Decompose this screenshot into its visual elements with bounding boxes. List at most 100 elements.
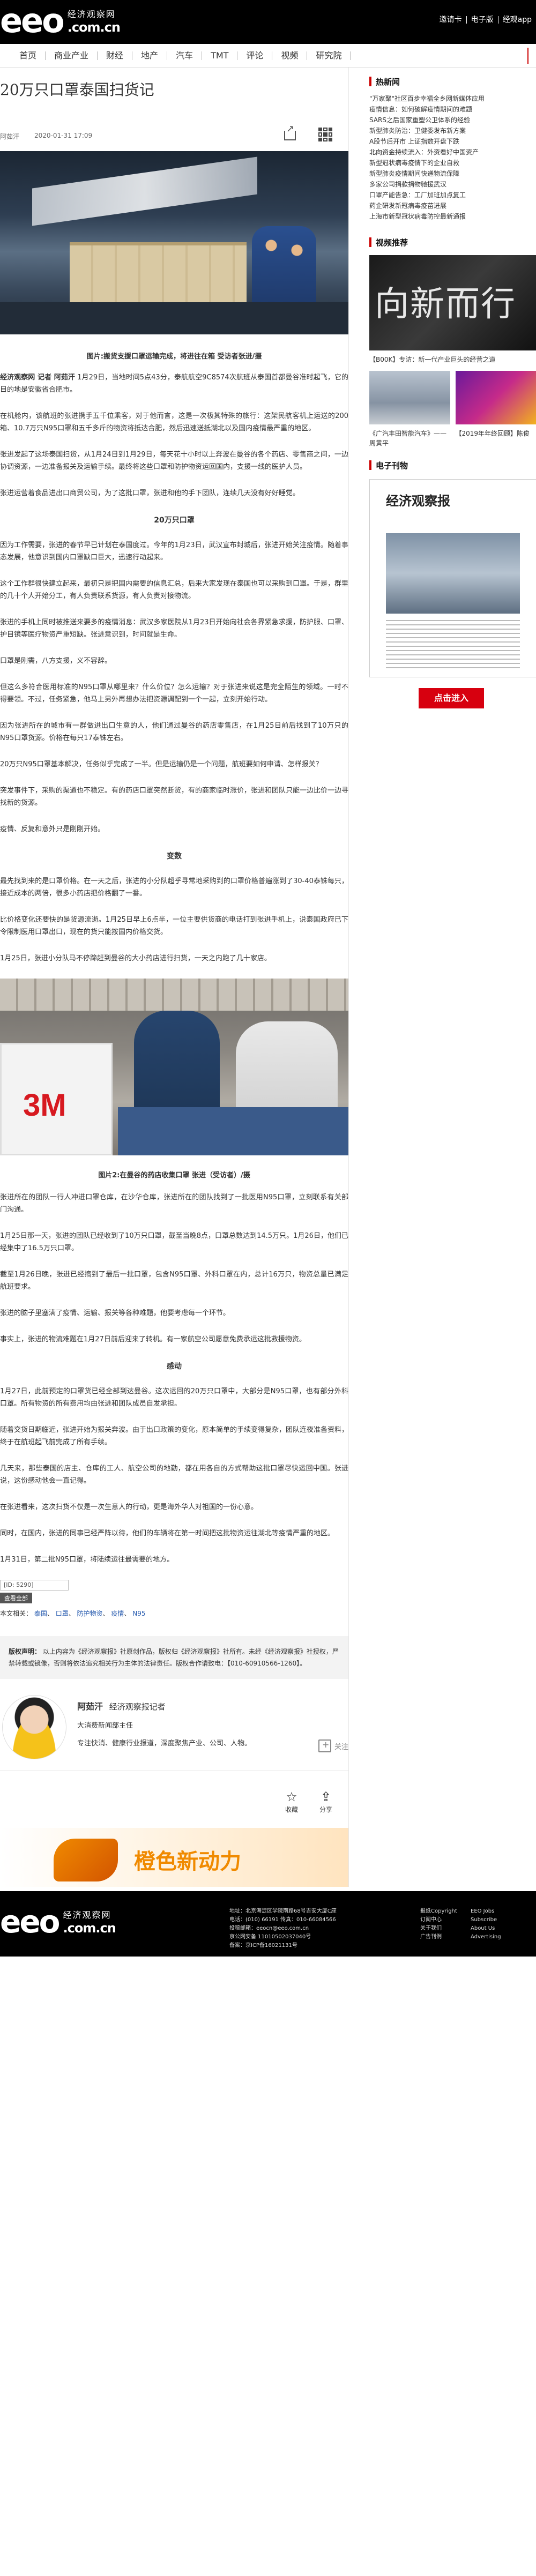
hot-news-item[interactable]: 北向资金持续流入：外资看好中国资产 xyxy=(369,147,536,158)
nav-realestate[interactable]: 地产 xyxy=(132,51,168,60)
qr-code-icon[interactable] xyxy=(318,128,332,141)
hot-news-item[interactable]: 多家公司捐款捐物驰援武汉 xyxy=(369,179,536,190)
top-link-invite[interactable]: 邀请卡 xyxy=(435,16,467,24)
logo-chinese-name: 经济观察网 xyxy=(67,9,116,19)
paragraph-text: 最先找到来的是口罩价格。在一天之后，张进的小分队超乎寻常地采购到的口罩价格普遍涨… xyxy=(0,877,348,898)
hot-news-item[interactable]: 上海市新型冠状病毒防控最新通报 xyxy=(369,211,536,222)
footer-contact: 地址：北京海淀区学院南路68号吉安大厦C座 电话：(010) 66191 传真：0… xyxy=(229,1907,337,1950)
video-caption[interactable]: 《广汽丰田智能汽车》——周黄平 xyxy=(369,429,450,448)
share-button[interactable]: ⇪ 分享 xyxy=(319,1789,332,1814)
star-icon: ☆ xyxy=(286,1789,297,1804)
nav-finance[interactable]: 财经 xyxy=(98,51,133,60)
article-paragraph: 但这么多符合医用标准的N95口罩从哪里来？什么价位？怎么运输？对于张进来说这是完… xyxy=(0,681,348,706)
footer-link[interactable]: 广告刊例 xyxy=(420,1933,468,1942)
ad-banner[interactable]: 橙色新动力 xyxy=(0,1828,348,1887)
hot-news-item[interactable]: SARS之后国家重塑公卫体系的经验 xyxy=(369,115,536,125)
article-paragraph: 张进发起了这场泰国扫货，从1月24日到1月29日，每天花十小时以上奔波在曼谷的各… xyxy=(0,449,348,473)
tag-link[interactable]: 疫情 xyxy=(111,1610,124,1617)
nav-tmt[interactable]: TMT xyxy=(202,51,238,60)
paragraph-text: 因为工作需要，张进的春节早已计划在泰国度过。今年的1月23日，武汉宣布封城后，张… xyxy=(0,541,348,562)
view-all-button[interactable]: 查看全部 xyxy=(0,1593,32,1603)
footer-logo-domain: .com.cn xyxy=(63,1921,116,1936)
footer-link[interactable]: About Us xyxy=(471,1924,519,1933)
article-meta: 阿茹汗 2020-01-31 17:09 xyxy=(0,123,348,149)
tag-link[interactable]: 泰国 xyxy=(34,1610,47,1617)
banner-text: 橙色新动力 xyxy=(134,1849,241,1874)
photo-caption-2: 图片2:在曼谷的药店收集口罩 张进（受访者）/摄 xyxy=(98,1171,250,1179)
hot-news-item[interactable]: A股节后开市 上证指数开盘下跌 xyxy=(369,136,536,147)
article-paragraph: 突发事件下，采购的渠道也不稳定。有的药店口罩突然断货，有的商家临时涨价，张进和团… xyxy=(0,785,348,809)
hot-news-item[interactable]: 新型冠状病毒疫情下的企业自救 xyxy=(369,158,536,168)
footer-link[interactable]: Subscribe xyxy=(471,1916,519,1924)
article-paragraph: 1月25日，张进小分队马不停蹄赶到曼谷的大小药店进行扫货，一天之内跑了几十家店。 xyxy=(0,952,348,965)
epaper-cover[interactable]: 经济观察报 xyxy=(369,479,536,677)
article-title: 20万只口罩泰国扫货记 xyxy=(0,81,154,99)
paragraph-text: 张进发起了这场泰国扫货，从1月24日到1月29日，每天花十小时以上奔波在曼谷的各… xyxy=(0,451,348,471)
video-thumbnail[interactable] xyxy=(369,371,450,424)
footer-link[interactable]: 报纸Copyright xyxy=(420,1907,468,1916)
source-id-box: [ID: 5290] xyxy=(0,1580,69,1591)
nav-research[interactable]: 研究院 xyxy=(307,51,351,60)
article-paragraph: 疫情、反复和意外只是刚刚开始。 xyxy=(0,823,348,835)
paragraph-text: 1月25日那一天，张进的团队已经收到了10万只口罩，截至当晚8点，口罩总数达到1… xyxy=(0,1232,348,1252)
footer-link[interactable]: 关于我们 xyxy=(420,1924,468,1933)
epaper-title: 电子刊物 xyxy=(376,460,408,471)
nav-opinion[interactable]: 评论 xyxy=(237,51,273,60)
hot-news-item[interactable]: 新型肺炎疫情期间快递物流保障 xyxy=(369,168,536,179)
article-paragraph: 随着交货日期临近，张进开始为报关奔波。由于出口政策的变化，原本简单的手续变得复杂… xyxy=(0,1424,348,1448)
tag-link[interactable]: N95 xyxy=(132,1610,145,1617)
nav-video[interactable]: 视频 xyxy=(272,51,308,60)
nav-edge-marker xyxy=(527,47,534,64)
save-button[interactable]: ☆ 收藏 xyxy=(285,1789,298,1814)
add-follow-icon xyxy=(318,1739,331,1752)
video-main-caption[interactable]: 【B00K】专访：新一代产业巨头的经营之道 xyxy=(369,355,536,364)
hot-news-item[interactable]: 疫情信息：如何破解疫情期间的难题 xyxy=(369,104,536,115)
top-link-epaper[interactable]: 电子版 xyxy=(467,16,498,24)
footer-logo[interactable]: eeo 经济观察网 .com.cn xyxy=(0,1905,116,1938)
article-paragraph: 事实上，张进的物流难题在1月27日前后迎来了转机。有一家航空公司愿意免费承运这批… xyxy=(0,1333,348,1346)
article-photo-cargo xyxy=(0,151,348,334)
paragraph-text: 比价格变化还要快的是货源流逝。1月25日早上6点半，一位主要供货商的电话打到张进… xyxy=(0,916,348,936)
hot-news-item[interactable]: 药企研发新冠病毒疫苗进展 xyxy=(369,200,536,211)
top-link-app[interactable]: 经观app xyxy=(498,16,536,24)
article-paragraph: 在张进看来，这次扫货不仅是一次生意人的行动，更是海外华人对祖国的一份心意。 xyxy=(0,1501,348,1513)
hot-news-item[interactable]: "万家聚"社区百步幸福全乡网新媒体应用 xyxy=(369,93,536,104)
share-icon[interactable] xyxy=(283,123,296,141)
hot-news-item[interactable]: 新型肺炎防治：卫健委发布新方案 xyxy=(369,125,536,136)
tags-prefix: 本文相关： xyxy=(0,1610,33,1617)
site-logo[interactable]: eeo 经济观察网 .com.cn xyxy=(0,4,121,38)
enter-epaper-button[interactable]: 点击进入 xyxy=(419,688,484,708)
article-paragraph: 1月25日那一天，张进的团队已经收到了10万只口罩，截至当晚8点，口罩总数达到1… xyxy=(0,1230,348,1255)
article-paragraph: 经济观察网 记者 阿茹汗 1月29日，当地时间5点43分，泰航航空9C8574次… xyxy=(0,371,348,396)
article-photo-pharmacy: 3M xyxy=(0,979,348,1155)
share-arrow-icon: ⇪ xyxy=(320,1789,332,1804)
article-paragraph: 这个工作群很快建立起来，最初只是把国内需要的信息汇总，后来大家发现在泰国也可以采… xyxy=(0,578,348,602)
follow-button[interactable]: 关注 xyxy=(318,1733,348,1759)
paragraph-text: 1月27日，此前预定的口罩货已经全部到达曼谷。这次运回的20万只口罩中，大部分是… xyxy=(0,1387,348,1408)
footer-link[interactable]: 订阅中心 xyxy=(420,1916,468,1924)
footer-contact-line: 地址：北京海淀区学院南路68号吉安大厦C座 xyxy=(229,1908,337,1914)
author-avatar[interactable] xyxy=(2,1695,66,1759)
article-author[interactable]: 阿茹汗 xyxy=(0,132,19,141)
nav-home[interactable]: 首页 xyxy=(11,51,46,60)
nav-business[interactable]: 商业产业 xyxy=(46,51,98,60)
article-paragraph: 截至1月26日晚，张进已经搞到了最后一批口罩，包含N95口罩、外科口罩在内，总计… xyxy=(0,1268,348,1293)
author-name[interactable]: 阿茹汗 xyxy=(77,1701,103,1712)
article-paragraph: 因为工作需要，张进的春节早已计划在泰国度过。今年的1月23日，武汉宣布封城后，张… xyxy=(0,539,348,564)
epaper-masthead: 经济观察报 xyxy=(386,493,450,509)
tag-link[interactable]: 口罩 xyxy=(56,1610,69,1617)
copyright-title: 版权声明： xyxy=(9,1648,41,1655)
paragraph-text: 因为张进所在的城市有一群做进出口生意的人，他们通过曼谷的药店零售店，在1月25日… xyxy=(0,722,348,742)
tag-link[interactable]: 防护物资 xyxy=(77,1610,103,1617)
footer-link[interactable]: Advertising xyxy=(471,1933,519,1942)
video-main-thumbnail[interactable]: 向新而行 xyxy=(369,255,536,350)
video-caption[interactable]: 【2019年年终回顾】陈俊 xyxy=(456,429,536,448)
video-thumbnail[interactable] xyxy=(455,371,536,424)
article-paragraph: 最先找到来的是口罩价格。在一天之后，张进的小分队超乎寻常地采购到的口罩价格普遍涨… xyxy=(0,875,348,900)
footer-link[interactable]: EEO Jobs xyxy=(471,1907,519,1916)
hot-news-item[interactable]: 口罩产能告急：工厂加班加点复工 xyxy=(369,190,536,200)
nav-auto[interactable]: 汽车 xyxy=(167,51,203,60)
paragraph-text: 事实上，张进的物流难题在1月27日前后迎来了转机。有一家航空公司愿意免费承运这批… xyxy=(0,1335,306,1343)
site-footer: eeo 经济观察网 .com.cn 地址：北京海淀区学院南路68号吉安大厦C座电… xyxy=(0,1891,536,1957)
article-date: 2020-01-31 17:09 xyxy=(34,132,93,139)
